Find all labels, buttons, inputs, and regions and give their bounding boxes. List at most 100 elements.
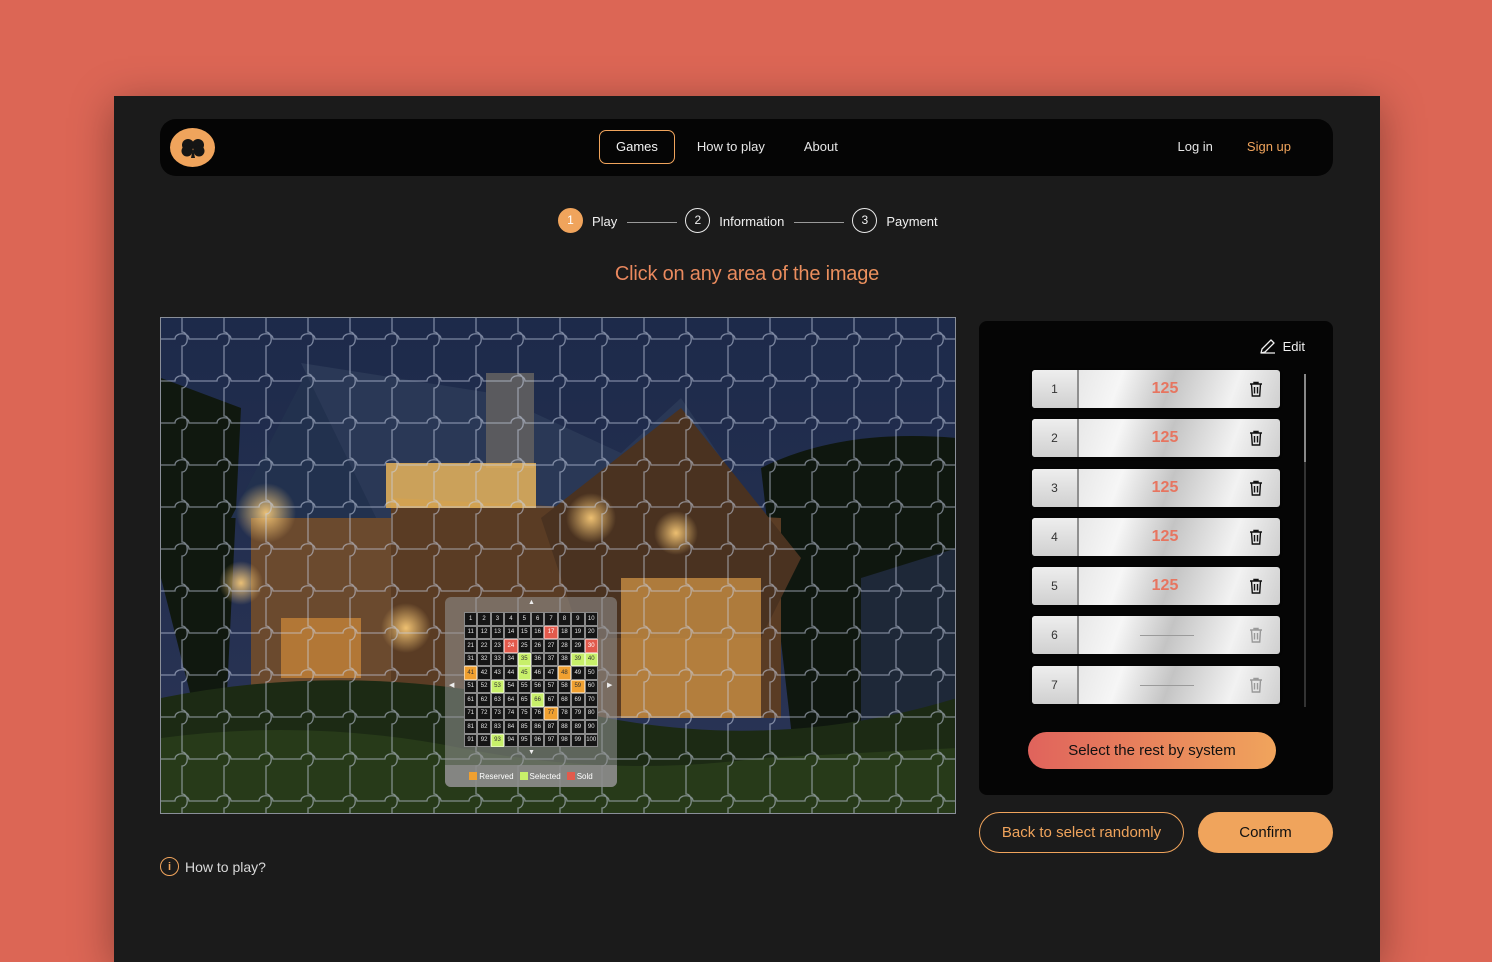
- mini-map-cell[interactable]: 86: [530, 720, 545, 734]
- nav-about[interactable]: About: [787, 130, 855, 164]
- mini-map-cell[interactable]: 53: [490, 679, 505, 693]
- mini-map-cell[interactable]: 62: [477, 693, 491, 707]
- mini-map-cell[interactable]: 72: [477, 706, 491, 720]
- mini-map-cell[interactable]: 87: [544, 720, 558, 734]
- mini-map-cell[interactable]: 8: [557, 612, 572, 626]
- mini-map-cell[interactable]: 6: [530, 612, 545, 626]
- scrollbar-thumb[interactable]: [1304, 374, 1306, 462]
- mini-map-cell[interactable]: 50: [584, 666, 598, 680]
- trash-icon[interactable]: [1249, 627, 1263, 644]
- mini-map-cell[interactable]: 77: [544, 706, 558, 720]
- mini-map-cell[interactable]: 89: [571, 720, 585, 734]
- mini-map-cell[interactable]: 36: [530, 652, 545, 666]
- mini-map-cell[interactable]: 54: [504, 679, 518, 693]
- mini-map-cell[interactable]: 73: [490, 706, 505, 720]
- mini-map-cell[interactable]: 44: [504, 666, 518, 680]
- trash-icon[interactable]: [1249, 578, 1263, 594]
- mini-map-cell[interactable]: 48: [557, 666, 572, 680]
- mini-map-cell[interactable]: 19: [571, 625, 585, 639]
- selection-row[interactable]: 2 125: [1032, 419, 1280, 458]
- mini-map-cell[interactable]: 40: [584, 652, 598, 666]
- mini-map-cell[interactable]: 38: [557, 652, 572, 666]
- mini-map-cell[interactable]: 79: [571, 706, 585, 720]
- mini-map-cell[interactable]: 43: [490, 666, 505, 680]
- nav-how-to-play[interactable]: How to play: [680, 130, 782, 164]
- mini-map-cell[interactable]: 9: [571, 612, 585, 626]
- mini-map-cell[interactable]: 34: [504, 652, 518, 666]
- mini-map-cell[interactable]: 51: [464, 679, 478, 693]
- mini-map-cell[interactable]: 82: [477, 720, 491, 734]
- mini-map-cell[interactable]: 66: [530, 693, 545, 707]
- trash-icon[interactable]: [1249, 430, 1263, 446]
- mini-map-cell[interactable]: 92: [477, 733, 491, 747]
- mini-map-cell[interactable]: 47: [544, 666, 558, 680]
- mini-map-cell[interactable]: 63: [490, 693, 505, 707]
- mini-map-cell[interactable]: 2: [477, 612, 491, 626]
- selection-row[interactable]: 7: [1032, 665, 1280, 704]
- mini-map-cell[interactable]: 30: [584, 639, 598, 653]
- selection-row[interactable]: 1 125: [1032, 370, 1280, 408]
- mini-map-cell[interactable]: 58: [557, 679, 572, 693]
- mini-down-arrow-icon[interactable]: ▼: [528, 749, 535, 756]
- mini-map-cell[interactable]: 13: [490, 625, 505, 639]
- mini-map-cell[interactable]: 95: [517, 733, 531, 747]
- edit-button[interactable]: Edit: [1259, 337, 1305, 355]
- mini-map-cell[interactable]: 10: [584, 612, 598, 626]
- mini-map-cell[interactable]: 20: [584, 625, 598, 639]
- mini-map-cell[interactable]: 70: [584, 693, 598, 707]
- mini-map-cell[interactable]: 26: [530, 639, 545, 653]
- mini-map-cell[interactable]: 91: [464, 733, 478, 747]
- mini-map-cell[interactable]: 41: [464, 666, 478, 680]
- mini-map-cell[interactable]: 21: [464, 639, 478, 653]
- mini-map-cell[interactable]: 65: [517, 693, 531, 707]
- mini-map-cell[interactable]: 7: [544, 612, 558, 626]
- trash-icon[interactable]: [1249, 677, 1263, 693]
- mini-right-arrow-icon[interactable]: ▶: [607, 681, 612, 689]
- selection-row[interactable]: 3 125: [1032, 468, 1280, 507]
- trash-icon[interactable]: [1249, 529, 1263, 545]
- mini-map-cell[interactable]: 31: [464, 652, 478, 666]
- mini-map-cell[interactable]: 93: [490, 733, 505, 747]
- selection-row[interactable]: 4 125: [1032, 517, 1280, 556]
- mini-map-cell[interactable]: 16: [530, 625, 545, 639]
- mini-map-cell[interactable]: 24: [504, 639, 518, 653]
- back-to-select-randomly-button[interactable]: Back to select randomly: [979, 812, 1184, 853]
- mini-map-cell[interactable]: 100: [584, 733, 598, 747]
- mini-map-cell[interactable]: 96: [530, 733, 545, 747]
- mini-map-cell[interactable]: 29: [571, 639, 585, 653]
- mini-map-cell[interactable]: 17: [544, 625, 558, 639]
- mini-map-cell[interactable]: 57: [544, 679, 558, 693]
- mini-map-cell[interactable]: 52: [477, 679, 491, 693]
- mini-map-cell[interactable]: 12: [477, 625, 491, 639]
- mini-map-cell[interactable]: 81: [464, 720, 478, 734]
- mini-map-cell[interactable]: 35: [517, 652, 531, 666]
- mini-map-cell[interactable]: 15: [517, 625, 531, 639]
- trash-icon[interactable]: [1249, 480, 1263, 496]
- mini-map-cell[interactable]: 80: [584, 706, 598, 720]
- mini-left-arrow-icon[interactable]: ◀: [449, 681, 454, 689]
- mini-map-cell[interactable]: 3: [490, 612, 505, 626]
- mini-map-cell[interactable]: 18: [557, 625, 572, 639]
- clover-logo-icon[interactable]: [170, 128, 215, 167]
- mini-map-cell[interactable]: 4: [504, 612, 518, 626]
- mini-map-cell[interactable]: 23: [490, 639, 505, 653]
- mini-map-cell[interactable]: 78: [557, 706, 572, 720]
- mini-map-cell[interactable]: 84: [504, 720, 518, 734]
- mini-map-cell[interactable]: 32: [477, 652, 491, 666]
- mini-map-cell[interactable]: 11: [464, 625, 478, 639]
- selection-row[interactable]: 6: [1032, 616, 1280, 655]
- mini-map-cell[interactable]: 60: [584, 679, 598, 693]
- mini-map-cell[interactable]: 67: [544, 693, 558, 707]
- mini-map-cell[interactable]: 46: [530, 666, 545, 680]
- mini-map-cell[interactable]: 98: [557, 733, 572, 747]
- mini-up-arrow-icon[interactable]: ▲: [528, 599, 535, 606]
- confirm-button[interactable]: Confirm: [1198, 812, 1333, 853]
- mini-map-cell[interactable]: 68: [557, 693, 572, 707]
- mini-map-cell[interactable]: 39: [571, 652, 585, 666]
- mini-map-cell[interactable]: 88: [557, 720, 572, 734]
- selection-row[interactable]: 5 125: [1032, 567, 1280, 606]
- mini-map-cell[interactable]: 97: [544, 733, 558, 747]
- mini-map-cell[interactable]: 28: [557, 639, 572, 653]
- mini-map-cell[interactable]: 49: [571, 666, 585, 680]
- puzzle-image[interactable]: ▲ ▼ ◀ ▶ 1 2 3 4 5 6 7 8 9 10 11 12 13 14 15 16 17 18 19 20 2…: [160, 317, 956, 814]
